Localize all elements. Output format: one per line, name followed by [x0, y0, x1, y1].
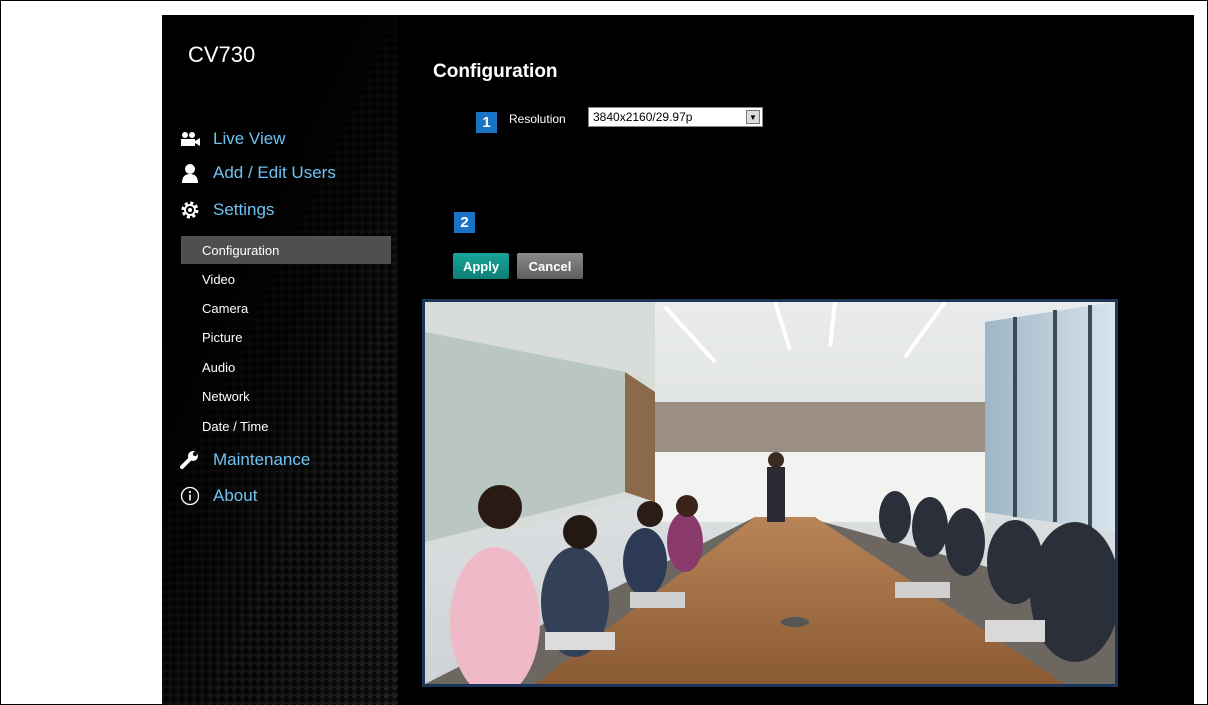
nav-sub-label: Audio: [202, 359, 236, 375]
resolution-label: Resolution: [509, 112, 566, 126]
nav-about[interactable]: About: [179, 481, 257, 511]
cancel-button[interactable]: Cancel: [517, 253, 583, 279]
nav-sub-label: Configuration: [202, 242, 280, 258]
nav-add-edit-users-label: Add / Edit Users: [213, 163, 336, 182]
video-camera-icon: [179, 128, 201, 150]
camera-preview: [422, 299, 1118, 687]
nav-settings[interactable]: Settings: [179, 195, 274, 225]
nav-maintenance-label: Maintenance: [213, 450, 311, 469]
nav-sub-label: Picture: [202, 329, 243, 345]
step-badge-1: 1: [476, 112, 497, 133]
resolution-select[interactable]: 3840x2160/29.97p ▼: [588, 107, 763, 127]
nav-sub-video[interactable]: Video: [181, 265, 391, 293]
gear-icon: [179, 199, 201, 221]
wrench-icon: [179, 449, 201, 471]
nav-live-view-label: Live View: [213, 129, 286, 148]
preview-scene-image: [425, 302, 1115, 684]
app-title: CV730: [188, 42, 256, 67]
nav-sub-date-time[interactable]: Date / Time: [181, 412, 391, 440]
sidebar: CV730 Live View Add / Edit Users Setting…: [162, 15, 398, 705]
nav-sub-configuration[interactable]: Configuration: [181, 236, 391, 264]
nav-sub-audio[interactable]: Audio: [181, 353, 391, 381]
nav-maintenance[interactable]: Maintenance: [179, 445, 310, 475]
nav-sub-camera[interactable]: Camera: [181, 294, 391, 322]
nav-sub-network[interactable]: Network: [181, 382, 391, 410]
nav-live-view[interactable]: Live View: [179, 124, 285, 154]
user-icon: [179, 162, 201, 184]
info-icon: [179, 485, 201, 507]
nav-sub-picture[interactable]: Picture: [181, 323, 391, 351]
nav-settings-label: Settings: [213, 200, 275, 219]
resolution-value: 3840x2160/29.97p: [593, 110, 693, 124]
nav-sub-label: Camera: [202, 300, 249, 316]
nav-sub-label: Network: [202, 388, 250, 404]
chevron-down-icon[interactable]: ▼: [746, 110, 760, 124]
app-window: CV730 Live View Add / Edit Users Setting…: [162, 15, 1194, 705]
main-content: Configuration 1 Resolution 3840x2160/29.…: [398, 15, 1194, 705]
nav-sub-label: Date / Time: [202, 418, 269, 434]
step-badge-2: 2: [454, 212, 475, 233]
nav-about-label: About: [213, 486, 258, 505]
nav-sub-label: Video: [202, 271, 236, 287]
nav-add-edit-users[interactable]: Add / Edit Users: [179, 158, 336, 188]
apply-button[interactable]: Apply: [453, 253, 509, 279]
page-title: Configuration: [433, 61, 558, 82]
